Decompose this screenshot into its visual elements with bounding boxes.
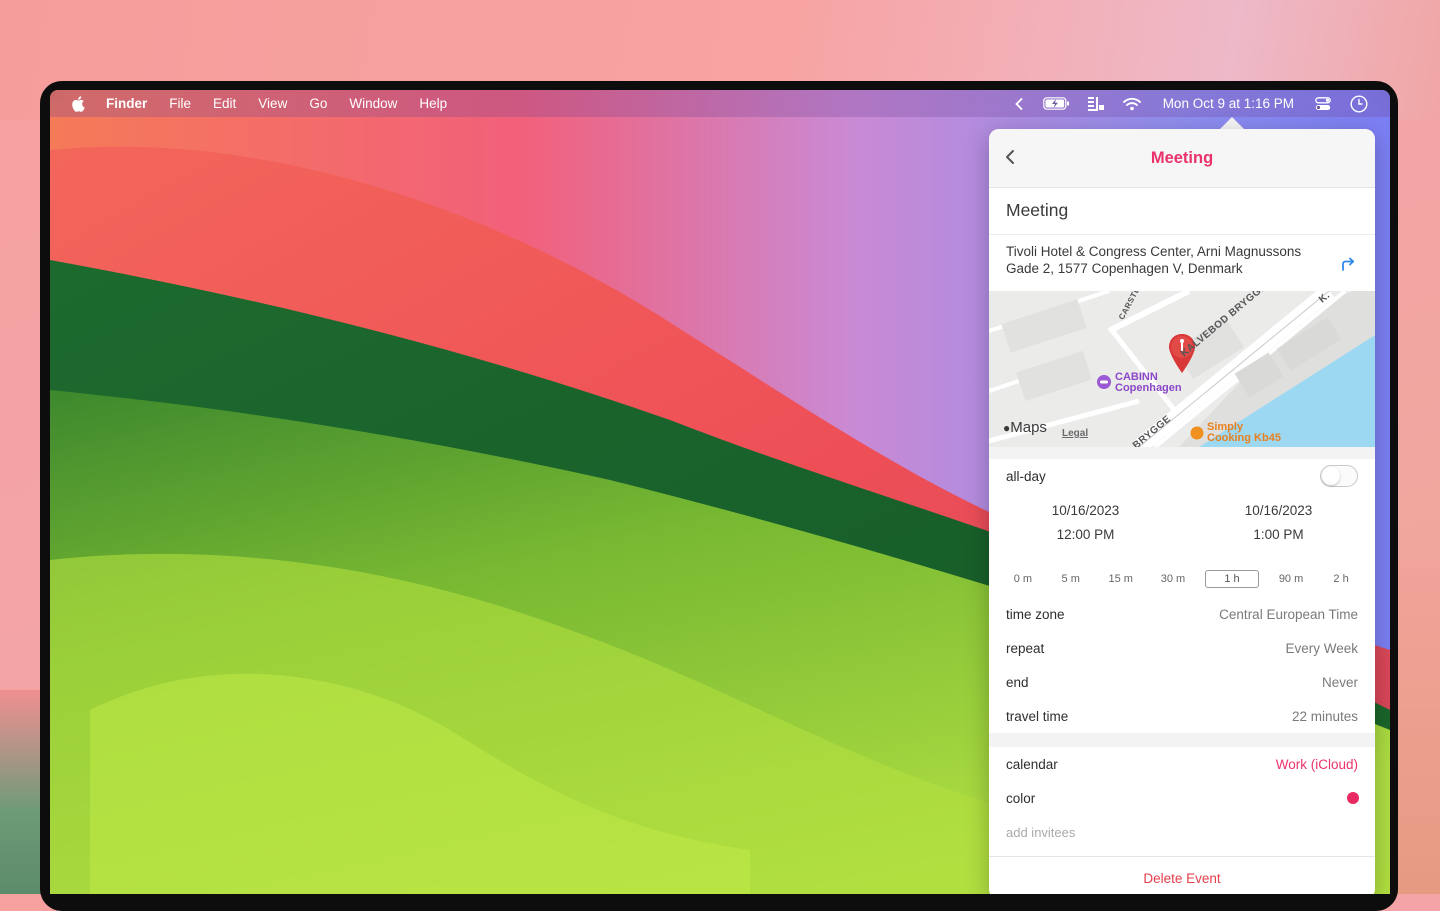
maps-logo: ●Maps <box>1003 419 1047 436</box>
battery-charging-icon[interactable] <box>1043 90 1071 117</box>
menu-help[interactable]: Help <box>419 96 447 111</box>
timezone-row[interactable]: time zone Central European Time <box>989 597 1375 631</box>
timezone-value[interactable]: Central European Time <box>1219 607 1358 622</box>
end-value[interactable]: Never <box>1322 675 1358 690</box>
menu-view[interactable]: View <box>258 96 287 111</box>
menu-finder[interactable]: Finder <box>106 96 147 111</box>
section-separator-2 <box>989 733 1375 747</box>
date-range: 10/16/2023 12:00 PM 10/16/2023 1:00 PM <box>989 493 1375 561</box>
end-label: end <box>1006 674 1029 690</box>
allday-label: all-day <box>1006 468 1046 484</box>
duration-15m[interactable]: 15 m <box>1100 571 1140 587</box>
event-popover: Meeting Meeting Tivoli Hotel & Congress … <box>989 129 1375 894</box>
allday-toggle-knob <box>1322 467 1340 485</box>
allday-row: all-day <box>989 459 1375 493</box>
travel-label: travel time <box>1006 708 1069 724</box>
menubar-clock[interactable]: Mon Oct 9 at 1:16 PM <box>1163 96 1294 111</box>
wifi-icon[interactable] <box>1121 90 1143 117</box>
chevron-left-icon[interactable] <box>1009 90 1029 117</box>
control-center-icon[interactable] <box>1312 90 1334 117</box>
clock-icon[interactable] <box>1348 90 1370 117</box>
end-row[interactable]: end Never <box>989 665 1375 699</box>
add-invitees-field[interactable]: add invitees <box>989 815 1375 849</box>
end-datetime[interactable]: 10/16/2023 1:00 PM <box>1182 499 1375 561</box>
calendar-row[interactable]: calendar Work (iCloud) <box>989 747 1375 781</box>
event-title-field[interactable]: Meeting <box>989 188 1375 235</box>
repeat-label: repeat <box>1006 640 1045 656</box>
map-poi-cabinn: CABINN Copenhagen <box>1115 372 1182 394</box>
map-poi-simply: Simply Cooking Kb45 <box>1207 422 1281 444</box>
duration-1h[interactable]: 1 h <box>1205 570 1260 588</box>
menu-edit[interactable]: Edit <box>213 96 236 111</box>
screen-display: Finder File Edit View Go Window Help Mon… <box>50 90 1390 894</box>
duration-30m[interactable]: 30 m <box>1153 571 1193 587</box>
map-legal-link[interactable]: Legal <box>1062 428 1088 439</box>
menu-bar: Finder File Edit View Go Window Help Mon… <box>50 90 1390 117</box>
start-datetime[interactable]: 10/16/2023 12:00 PM <box>989 499 1182 561</box>
popover-header: Meeting <box>989 129 1375 188</box>
focus-icon[interactable] <box>1085 90 1107 117</box>
color-swatch[interactable] <box>1347 792 1359 804</box>
location-map[interactable]: KALVEBOD BRYGGE BRYGGE CARSTE K. CABINN … <box>989 291 1375 447</box>
end-time[interactable]: 1:00 PM <box>1182 523 1375 547</box>
maps-brand-text: Maps <box>1010 419 1047 436</box>
travel-row[interactable]: travel time 22 minutes <box>989 699 1375 733</box>
event-location[interactable]: Tivoli Hotel & Congress Center, Arni Mag… <box>989 235 1375 291</box>
allday-toggle[interactable] <box>1320 465 1358 487</box>
delete-event-button[interactable]: Delete Event <box>989 856 1375 894</box>
timezone-label: time zone <box>1006 606 1065 622</box>
color-row[interactable]: color <box>989 781 1375 815</box>
calendar-label: calendar <box>1006 756 1058 772</box>
duration-picker: 0 m 5 m 15 m 30 m 1 h 90 m 2 h <box>989 561 1375 597</box>
color-label: color <box>1006 790 1036 806</box>
back-chevron-icon[interactable] <box>1005 149 1019 167</box>
end-date[interactable]: 10/16/2023 <box>1182 499 1375 523</box>
repeat-row[interactable]: repeat Every Week <box>989 631 1375 665</box>
duration-0m[interactable]: 0 m <box>1005 571 1041 587</box>
popover-title: Meeting <box>1150 148 1214 167</box>
section-separator <box>989 447 1375 459</box>
calendar-value[interactable]: Work (iCloud) <box>1276 757 1358 772</box>
duration-5m[interactable]: 5 m <box>1053 571 1089 587</box>
directions-icon[interactable] <box>1339 255 1357 273</box>
map-poi-simply-line2: Cooking Kb45 <box>1207 432 1281 444</box>
repeat-value[interactable]: Every Week <box>1285 641 1358 656</box>
duration-90m[interactable]: 90 m <box>1271 571 1311 587</box>
apple-logo-icon[interactable] <box>68 95 86 113</box>
menu-window[interactable]: Window <box>349 96 397 111</box>
start-date[interactable]: 10/16/2023 <box>989 499 1182 523</box>
menu-go[interactable]: Go <box>309 96 327 111</box>
start-time[interactable]: 12:00 PM <box>989 523 1182 547</box>
travel-value[interactable]: 22 minutes <box>1292 709 1358 724</box>
map-poi-cabinn-line2: Copenhagen <box>1115 382 1182 394</box>
popover-arrow <box>1220 117 1244 129</box>
duration-2h[interactable]: 2 h <box>1323 571 1359 587</box>
location-text: Tivoli Hotel & Congress Center, Arni Mag… <box>1006 244 1302 276</box>
menu-file[interactable]: File <box>169 96 191 111</box>
